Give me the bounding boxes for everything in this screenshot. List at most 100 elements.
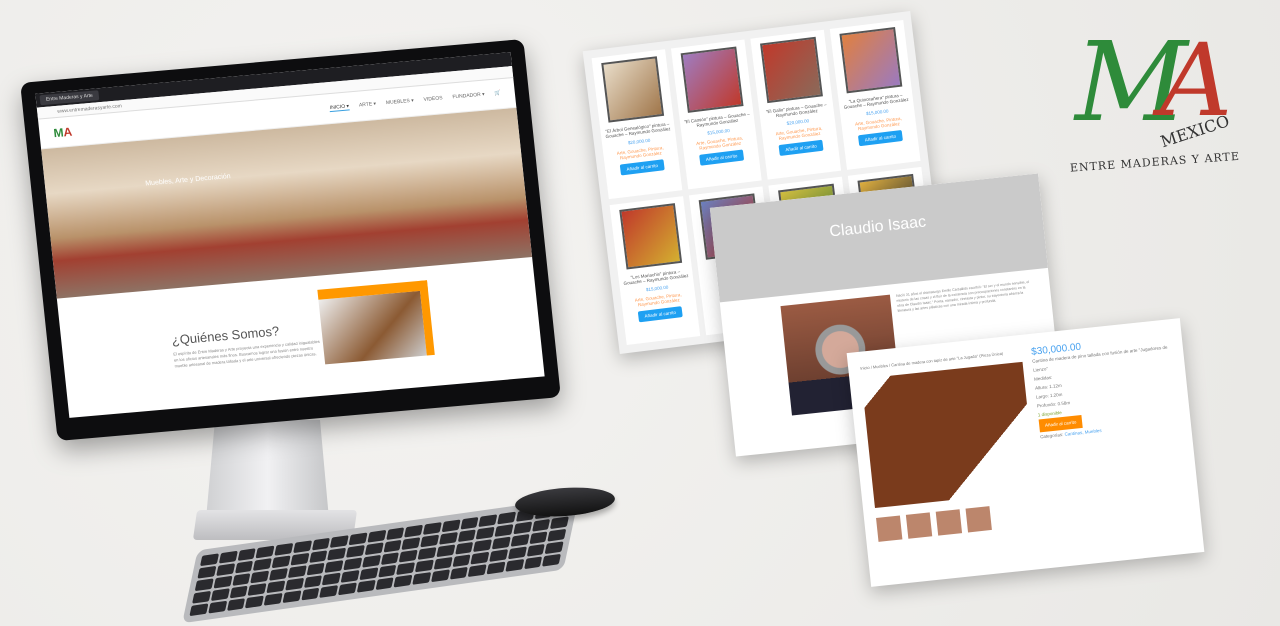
thumbnail[interactable] xyxy=(876,515,903,542)
key xyxy=(266,580,286,594)
key xyxy=(324,560,344,573)
product-card[interactable]: "El Gallo" pintura – Gouache – Raymundo … xyxy=(750,29,842,180)
key xyxy=(215,563,235,577)
browser-window: Entre Maderas y Arte www.entremaderasyar… xyxy=(35,52,545,418)
key xyxy=(438,532,458,545)
key xyxy=(322,572,341,586)
product-image[interactable] xyxy=(601,56,665,123)
key xyxy=(393,574,413,588)
key xyxy=(377,564,397,578)
key xyxy=(207,600,227,614)
key xyxy=(449,566,469,580)
thumbnail[interactable] xyxy=(965,506,992,533)
key xyxy=(274,542,294,556)
key xyxy=(380,552,400,566)
key xyxy=(319,585,339,598)
key xyxy=(513,521,532,535)
key xyxy=(234,560,254,574)
key xyxy=(237,548,256,561)
key xyxy=(507,546,527,560)
key xyxy=(311,537,331,551)
key xyxy=(367,529,386,543)
nav-inicio[interactable]: INICIO ▾ xyxy=(329,103,350,113)
key xyxy=(345,545,365,558)
key xyxy=(396,562,416,575)
product-image[interactable] xyxy=(619,202,683,270)
product-image[interactable] xyxy=(759,36,823,104)
thumbnail[interactable] xyxy=(935,509,963,536)
key xyxy=(255,545,275,559)
product-image[interactable] xyxy=(839,26,903,94)
key xyxy=(247,583,267,596)
key xyxy=(229,585,248,599)
product-image[interactable] xyxy=(680,46,744,113)
key xyxy=(459,516,479,530)
key xyxy=(550,516,569,530)
key xyxy=(290,552,310,566)
key xyxy=(292,540,312,554)
product-card[interactable]: "El Camión" pintura – Gouache – Raymundo… xyxy=(670,39,762,189)
key xyxy=(268,567,288,581)
mouse xyxy=(514,484,616,520)
nav-fundador[interactable]: FUNDADOR ▾ xyxy=(452,92,485,102)
key xyxy=(343,557,363,571)
key xyxy=(197,565,217,579)
key xyxy=(422,522,442,535)
key xyxy=(486,561,506,575)
logo-tagline: ENTRE MADERAS Y ARTE xyxy=(1070,150,1241,175)
key xyxy=(478,514,498,528)
key xyxy=(497,511,516,525)
product-card[interactable]: "Los Mariachis" pintura – Gouache – Raym… xyxy=(609,195,701,346)
category-links[interactable]: Cantinas, Muebles xyxy=(1064,428,1102,437)
thumbnails xyxy=(876,501,1039,542)
add-to-cart-button[interactable]: Añadir al carrito xyxy=(619,159,665,176)
key xyxy=(200,553,219,567)
key xyxy=(441,519,461,533)
key xyxy=(542,553,561,567)
main-nav: INICIO ▾ ARTE ▾ MUEBLES ▾ VIDEOS FUNDADO… xyxy=(329,90,502,113)
key xyxy=(430,569,450,583)
key xyxy=(308,550,328,564)
key xyxy=(414,559,434,573)
key xyxy=(194,578,214,592)
key xyxy=(412,572,432,585)
key xyxy=(526,543,546,557)
product-card[interactable]: "La Quinceañera" pintura – Gouache – Ray… xyxy=(829,19,921,170)
key xyxy=(250,570,270,584)
key xyxy=(470,551,490,565)
key xyxy=(491,536,511,550)
categories-label: Categorías: xyxy=(1039,431,1064,440)
key xyxy=(457,529,477,543)
key xyxy=(420,534,439,548)
key xyxy=(300,587,320,601)
key xyxy=(231,573,251,586)
site-logo[interactable]: MA xyxy=(53,124,73,140)
key xyxy=(226,598,246,611)
key xyxy=(340,570,360,583)
product-image[interactable] xyxy=(861,361,1036,509)
add-to-cart-button[interactable]: Añadir al carrito xyxy=(637,305,683,322)
key xyxy=(263,592,283,606)
hero-text: Muebles, Arte y Decoración xyxy=(144,173,232,188)
cart-icon[interactable]: 🛒 xyxy=(494,90,501,98)
nav-muebles[interactable]: MUEBLES ▾ xyxy=(386,98,414,107)
key xyxy=(218,550,238,564)
nav-videos[interactable]: VIDEOS xyxy=(423,95,443,104)
key xyxy=(494,524,514,537)
add-to-cart-button[interactable]: Añadir al carrito xyxy=(858,129,903,147)
key xyxy=(473,539,493,553)
key xyxy=(404,524,424,538)
key xyxy=(189,603,209,617)
add-to-cart-button[interactable]: Añadir al carrito xyxy=(699,149,744,166)
product-card[interactable]: "El Árbol Genealógico" pintura – Gouache… xyxy=(591,49,683,199)
key xyxy=(337,582,357,596)
key xyxy=(356,579,376,593)
key xyxy=(192,590,211,604)
key xyxy=(287,565,307,579)
thumbnail[interactable] xyxy=(905,512,933,539)
add-to-cart-button[interactable]: Añadir al carrito xyxy=(778,139,824,156)
brand-logo: M A MEXICO ENTRE MADERAS Y ARTE xyxy=(1070,18,1241,175)
key xyxy=(451,554,471,568)
key xyxy=(401,537,421,550)
nav-arte[interactable]: ARTE ▾ xyxy=(359,101,377,109)
